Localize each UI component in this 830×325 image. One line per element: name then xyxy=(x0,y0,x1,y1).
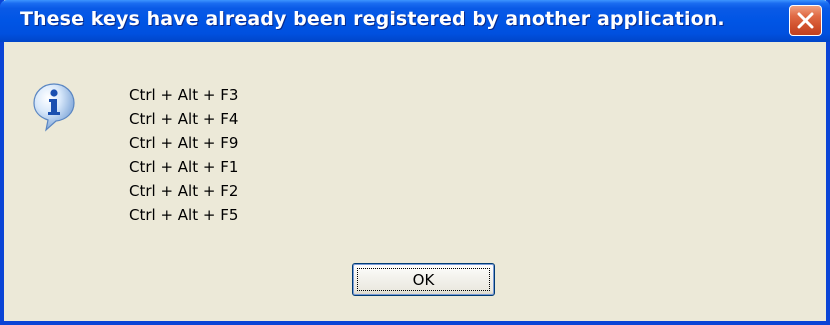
registered-keys-list: Ctrl + Alt + F3 Ctrl + Alt + F4 Ctrl + A… xyxy=(129,83,238,227)
dialog-title: These keys have already been registered … xyxy=(20,8,725,30)
list-item: Ctrl + Alt + F5 xyxy=(129,206,239,224)
dialog-body: Ctrl + Alt + F3 Ctrl + Alt + F4 Ctrl + A… xyxy=(4,42,826,321)
ok-button-label: OK xyxy=(357,268,490,291)
list-item: Ctrl + Alt + F9 xyxy=(129,134,239,152)
ok-button[interactable]: OK xyxy=(352,263,495,296)
list-item: Ctrl + Alt + F4 xyxy=(129,110,239,128)
dialog-window: These keys have already been registered … xyxy=(0,0,830,325)
close-icon xyxy=(797,12,814,29)
title-bar[interactable]: These keys have already been registered … xyxy=(0,0,830,42)
list-item: Ctrl + Alt + F2 xyxy=(129,182,239,200)
list-item: Ctrl + Alt + F1 xyxy=(129,158,239,176)
info-icon xyxy=(33,83,75,132)
list-item: Ctrl + Alt + F3 xyxy=(129,86,239,104)
close-button[interactable] xyxy=(789,5,822,36)
